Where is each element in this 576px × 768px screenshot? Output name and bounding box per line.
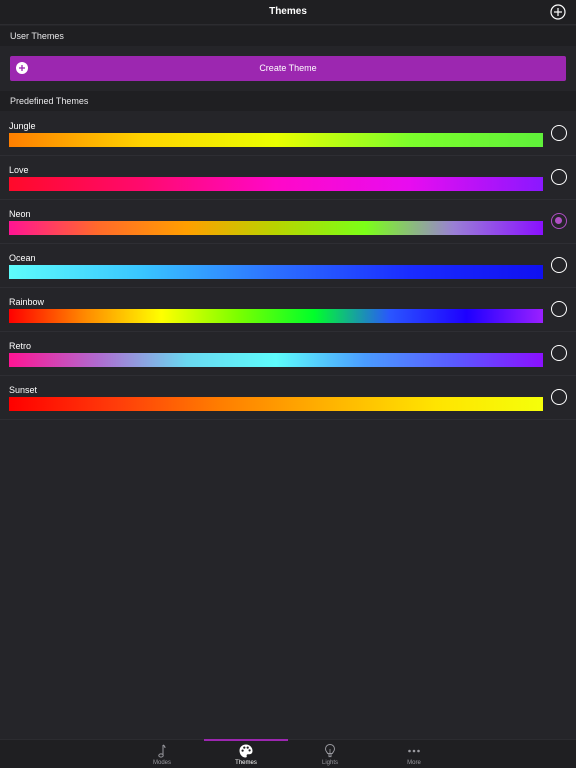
theme-radio-button[interactable] [551, 169, 567, 185]
theme-gradient-bar [9, 265, 543, 279]
more-dots-icon [408, 749, 420, 753]
tab-more[interactable]: More [372, 740, 456, 768]
theme-name: Jungle [9, 121, 36, 131]
app-window: Themes User Themes Create Theme Predefin… [0, 0, 576, 768]
theme-name: Rainbow [9, 297, 45, 307]
theme-name: Ocean [9, 253, 36, 263]
theme-row-neon[interactable]: Neon [0, 200, 576, 244]
theme-row-rainbow[interactable]: Rainbow [0, 288, 576, 332]
theme-name: Sunset [9, 385, 38, 395]
tab-label: Themes [235, 760, 257, 766]
tab-themes[interactable]: Themes [204, 739, 288, 768]
create-theme-label: Create Theme [259, 63, 317, 73]
theme-radio-button[interactable] [551, 345, 567, 361]
section-header-predefined-themes: Predefined Themes [0, 91, 576, 111]
plus-circle-icon[interactable] [550, 4, 566, 20]
theme-gradient-bar [9, 397, 543, 411]
music-note-icon [158, 744, 166, 758]
theme-gradient-bar [9, 133, 543, 147]
theme-row-ocean[interactable]: Ocean [0, 244, 576, 288]
theme-gradient-bar [9, 177, 543, 191]
theme-radio-button[interactable] [551, 301, 567, 317]
theme-radio-button[interactable] [551, 125, 567, 141]
theme-row-love[interactable]: Love [0, 156, 576, 200]
tab-label: Modes [152, 760, 171, 766]
tab-modes[interactable]: Modes [120, 740, 204, 768]
theme-row-jungle[interactable]: Jungle [0, 112, 576, 156]
tab-lights[interactable]: Lights [288, 740, 372, 768]
theme-radio-button[interactable] [551, 213, 567, 229]
theme-radio-button[interactable] [551, 389, 567, 405]
theme-row-sunset[interactable]: Sunset [0, 376, 576, 420]
theme-gradient-bar [9, 309, 543, 323]
theme-row-retro[interactable]: Retro [0, 332, 576, 376]
theme-gradient-bar [9, 221, 543, 235]
theme-name: Retro [9, 341, 32, 351]
active-tab-indicator [204, 739, 288, 741]
theme-name: Neon [9, 209, 31, 219]
tab-label: Lights [321, 760, 338, 766]
palette-icon [239, 744, 253, 758]
tab-bar: Modes Themes Lights More [0, 739, 576, 768]
theme-radio-button[interactable] [551, 257, 567, 273]
section-header-user-themes: User Themes [0, 26, 576, 46]
theme-gradient-bar [9, 353, 543, 367]
create-theme-button[interactable]: Create Theme [10, 56, 566, 81]
navigation-bar: Themes [0, 0, 576, 25]
theme-name: Love [9, 165, 29, 175]
page-title: Themes [269, 6, 307, 17]
light-bulb-icon [324, 743, 336, 758]
tab-label: More [407, 760, 421, 766]
